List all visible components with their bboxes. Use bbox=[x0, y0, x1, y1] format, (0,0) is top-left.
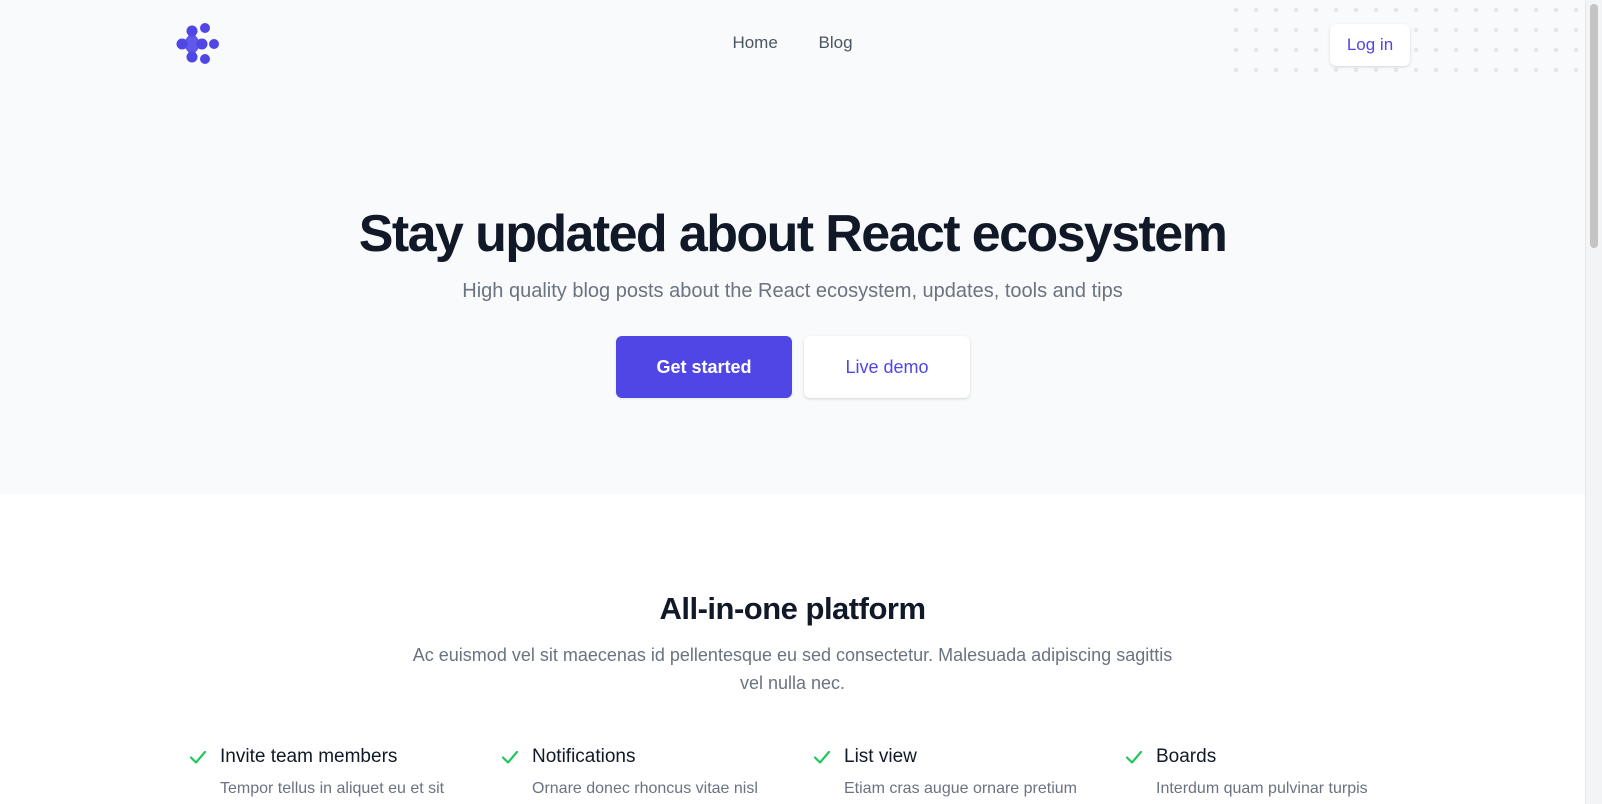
feature-description: Tempor tellus in aliquet eu et sit bbox=[220, 780, 445, 797]
get-started-button[interactable]: Get started bbox=[616, 336, 792, 398]
feature-title: Invite team members bbox=[220, 746, 398, 767]
feature-description: Etiam cras augue ornare pretium bbox=[844, 780, 1077, 797]
live-demo-button[interactable]: Live demo bbox=[804, 336, 970, 398]
vertical-scrollbar[interactable] bbox=[1585, 0, 1602, 804]
check-icon bbox=[813, 750, 831, 764]
feature-description: Interdum quam pulvinar turpis bbox=[1156, 780, 1368, 797]
feature-description: Ornare donec rhoncus vitae nisl bbox=[532, 780, 758, 797]
scrollbar-thumb[interactable] bbox=[1590, 4, 1598, 248]
check-icon bbox=[189, 750, 207, 764]
feature-title: Boards bbox=[1156, 746, 1217, 767]
nav-link-blog[interactable]: Blog bbox=[819, 33, 853, 53]
features-title: All-in-one platform bbox=[659, 591, 926, 626]
hero-subtitle: High quality blog posts about the React … bbox=[462, 280, 1123, 302]
check-icon bbox=[501, 750, 519, 764]
features-subtitle: Ac euismod vel sit maecenas id pellentes… bbox=[412, 645, 1173, 693]
check-icon bbox=[1125, 750, 1143, 764]
nav-link-home[interactable]: Home bbox=[732, 33, 777, 53]
feature-title: Notifications bbox=[532, 746, 636, 767]
hero-section: Home Blog Log in Stay updated about Reac… bbox=[0, 0, 1585, 494]
page: Home Blog Log in Stay updated about Reac… bbox=[0, 0, 1585, 804]
hero-title: Stay updated about React ecosystem bbox=[358, 205, 1228, 263]
feature-title: List view bbox=[844, 746, 917, 767]
login-button[interactable]: Log in bbox=[1330, 24, 1410, 66]
